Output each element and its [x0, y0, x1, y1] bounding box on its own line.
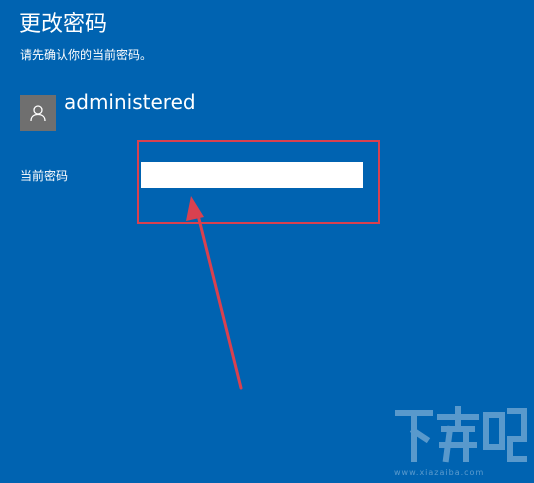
watermark-logo: www.xiazaiba.com — [392, 403, 528, 481]
watermark-url: www.xiazaiba.com — [394, 468, 485, 477]
username: administered — [64, 90, 196, 114]
user-icon — [30, 105, 46, 122]
avatar — [20, 95, 56, 131]
page-subtitle: 请先确认你的当前密码。 — [20, 48, 153, 62]
current-password-label: 当前密码 — [20, 169, 69, 183]
current-password-input[interactable] — [141, 162, 363, 188]
page-title: 更改密码 — [19, 12, 108, 37]
